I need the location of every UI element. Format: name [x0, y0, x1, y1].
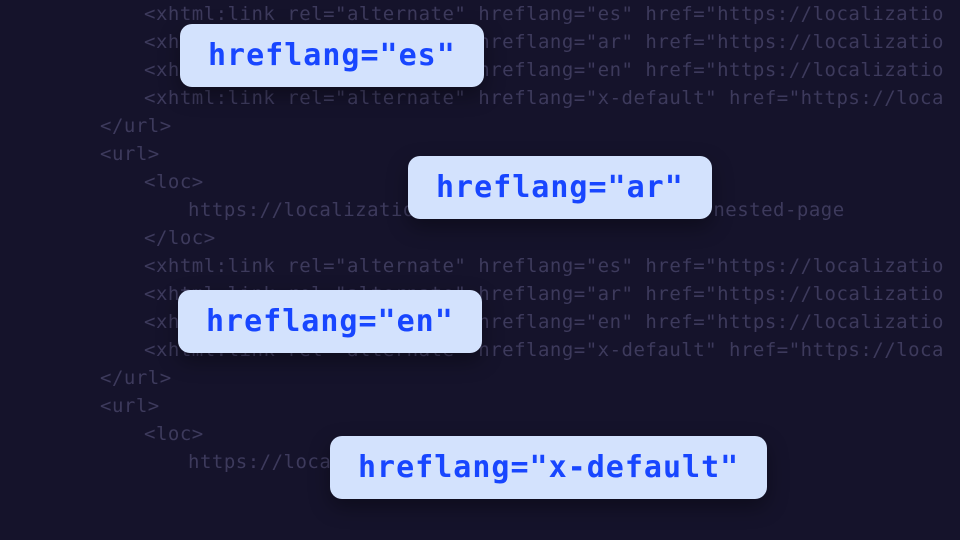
code-line: <xhtml:link rel="alternate" hreflang="es…: [0, 252, 960, 280]
code-line: </loc>: [0, 224, 960, 252]
code-line: </url>: [0, 112, 960, 140]
pill-hreflang-es: hreflang="es": [180, 24, 484, 87]
code-line: </url>: [0, 364, 960, 392]
pill-hreflang-xdefault: hreflang="x-default": [330, 436, 767, 499]
pill-hreflang-en: hreflang="en": [178, 290, 482, 353]
code-line: <url>: [0, 392, 960, 420]
code-line: <xhtml:link rel="alternate" hreflang="x-…: [0, 84, 960, 112]
code-line: <xhtml:link rel="alternate" hreflang="es…: [0, 0, 960, 28]
pill-hreflang-ar: hreflang="ar": [408, 156, 712, 219]
